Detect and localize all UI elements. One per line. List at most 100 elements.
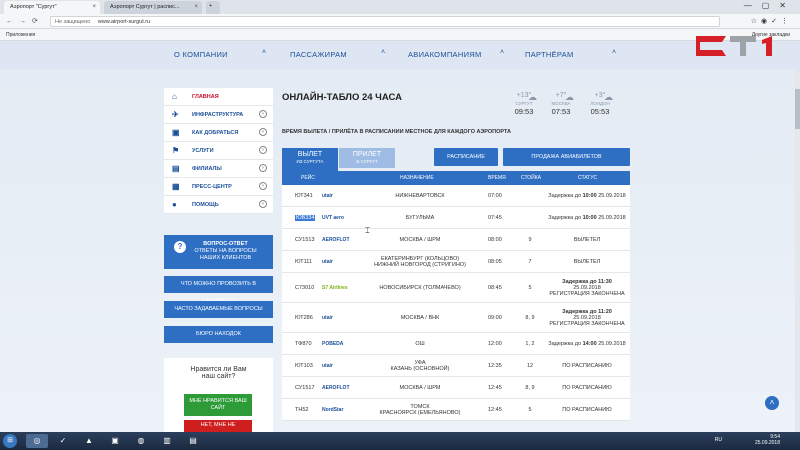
table-row[interactable]: ТН52 NordStar ТОМСК КРАСНОЯРСК (ЕМЕЛЬЯНОВО)… — [282, 399, 630, 421]
airline-logo: AEROFLOT — [322, 385, 350, 391]
help-person-icon: ● — [172, 200, 177, 209]
url-field[interactable]: Не защищено www.airport-surgut.ru — [50, 16, 720, 27]
services-icon: ⚑ — [172, 146, 180, 155]
chevron-up-icon[interactable]: ˄ — [262, 49, 266, 56]
chevron-right-icon[interactable]: › — [259, 200, 267, 208]
nav-partners[interactable]: ПАРТНЁРАМ — [525, 50, 574, 59]
language-indicator[interactable]: RU — [715, 437, 722, 443]
tab-arrivals[interactable]: ПРИЛЕТ В СУРГУТ — [339, 148, 395, 168]
new-tab-button[interactable]: + — [206, 1, 220, 14]
chevron-up-icon[interactable]: ˄ — [500, 49, 504, 56]
chevron-right-icon[interactable]: › — [259, 110, 267, 118]
scroll-top-button[interactable]: ˄ — [765, 396, 779, 410]
flight-status: Задержка до 11:20 25.09.2018 РЕГИСТРАЦИЯ З… — [545, 309, 629, 327]
chrome-taskbar-icon[interactable]: ◎ — [26, 434, 48, 448]
chevron-up-icon[interactable]: ˄ — [612, 49, 616, 56]
nav-passengers[interactable]: ПАССАЖИРАМ — [290, 50, 347, 59]
chevron-right-icon[interactable]: › — [259, 182, 267, 190]
sidebar-item-infrastructure[interactable]: ✈ ИНФРАСТРУКТУРА › — [164, 106, 273, 124]
nav-about[interactable]: О КОМПАНИИ — [174, 50, 228, 59]
table-row[interactable]: СУ1513 AEROFLOT МОСКВА / ШРМ 08:00 9 ВЫЛЕТЕЛ — [282, 229, 630, 251]
table-body: ЮТ341 utair НИЖНЕВАРТОВСК 07:00 Задержка до … — [282, 185, 630, 421]
status-text: ВЫЛЕТЕЛ — [573, 259, 601, 265]
like-yes-button[interactable]: МНЕ НРАВИТСЯ ВАШ САЙТ — [184, 394, 252, 416]
flight-status: Задержка до 10:00 25.09.2018 — [545, 215, 629, 221]
sidebar-item-branches[interactable]: ▤ ФИЛИАЛЫ › — [164, 160, 273, 178]
weather-london: +3° ☁ ЛОНДОН 05:53 — [582, 92, 618, 116]
airline-logo: AEROFLOT — [322, 237, 350, 243]
chevron-right-icon[interactable]: › — [259, 146, 267, 154]
checkin-desk: 5 — [528, 285, 532, 291]
sidebar-item-home[interactable]: ⌂ ГЛАВНАЯ — [164, 88, 273, 106]
close-icon[interactable]: × — [194, 4, 198, 10]
cloud-icon: ☁ — [565, 92, 574, 102]
checkin-desk: 5 — [528, 407, 532, 413]
table-row[interactable]: ЮТ286 utair МОСКВА / ВНК 09:00 8, 9 Задержка … — [282, 303, 630, 333]
nav-airlines[interactable]: АВИАКОМПАНИЯМ — [408, 50, 482, 59]
press-icon: ▦ — [172, 182, 180, 191]
app-taskbar-icon[interactable]: ✓ — [52, 434, 74, 448]
flight-status: ПО РАСПИСАНИЮ — [545, 407, 629, 413]
browser-tab-active[interactable]: Аэропорт "Сургут" × — [4, 1, 100, 14]
sidebar-item-press[interactable]: ▦ ПРЕСС-ЦЕНТР › — [164, 178, 273, 196]
nav-buttons[interactable]: ←→⟳ — [6, 17, 44, 25]
destination: БУГУЛЬМА — [405, 215, 435, 221]
carry-on-button[interactable]: ЧТО МОЖНО ПРОВОЗИТЬ В САМОЛЁТЕ? — [164, 276, 273, 304]
tab-departures[interactable]: ВЫЛЕТ ИЗ СУРГУТА — [282, 148, 338, 171]
status-delay: 10:00 — [582, 193, 597, 199]
scrollbar-thumb[interactable] — [795, 89, 800, 129]
qa-banner[interactable]: ? ВОПРОС-ОТВЕТ ОТВЕТЫ НА ВОПРОСЫ НАШИХ К… — [164, 235, 273, 269]
apps-bookmark[interactable]: Приложения — [6, 32, 35, 38]
sidebar-item-help[interactable]: ● ПОМОЩЬ › — [164, 196, 273, 214]
airline-logo: UVT aero — [322, 215, 344, 221]
sidebar-item-services[interactable]: ⚑ УСЛУГИ › — [164, 142, 273, 160]
status-text: ПО РАСПИСАНИЮ — [562, 385, 612, 391]
destination-secondary: КАЗАНЬ (ОСНОВНОЙ) — [390, 366, 450, 372]
windows-taskbar: ⊞ ◎ ✓ ▲ ▣ ◍ ▥ ▤ RU 9:54 25.09.2018 — [0, 432, 800, 450]
app-taskbar-icon[interactable]: ▤ — [182, 434, 204, 448]
page-scrollbar[interactable] — [795, 69, 800, 432]
airline-logo: NordStar — [322, 407, 344, 413]
sidebar-item-label: УСЛУГИ — [192, 148, 214, 154]
sidebar-item-label: ИНФРАСТРУКТУРА — [192, 112, 244, 118]
app-taskbar-icon[interactable]: ▣ — [104, 434, 126, 448]
table-row[interactable]: С73010 S7 Airlines НОВОСИБИРСК (ТОЛМАЧЕВО)… — [282, 273, 630, 303]
start-button[interactable]: ⊞ — [3, 434, 17, 448]
lost-found-button[interactable]: БЮРО НАХОДОК — [164, 326, 273, 343]
browser-tab[interactable]: Аэропорт Сургут | распис... × — [104, 1, 202, 14]
header-gate: СТОЙКА — [521, 175, 542, 181]
departure-time: 12:35 — [488, 363, 502, 369]
schedule-button[interactable]: РАСПИСАНИЕ — [434, 148, 498, 166]
table-row[interactable]: ЮВ334 UVT aero БУГУЛЬМА 07:45 Задержка до 10… — [282, 207, 630, 229]
app-taskbar-icon[interactable]: ▥ — [156, 434, 178, 448]
flight-status: Задержка до 10:00 25.09.2018 — [545, 193, 629, 199]
close-icon[interactable]: × — [92, 4, 96, 10]
departure-time: 08:05 — [488, 259, 502, 265]
window-controls[interactable]: —▢✕ — [744, 1, 796, 10]
faq-button[interactable]: ЧАСТО ЗАДАВАЕМЫЕ ВОПРОСЫ — [164, 301, 273, 318]
table-row[interactable]: СУ1517 AEROFLOT МОСКВА / ШРМ 12:45 8, 9 ПО РА… — [282, 377, 630, 399]
clock[interactable]: 9:54 25.09.2018 — [755, 434, 780, 446]
clock-date: 25.09.2018 — [754, 440, 780, 446]
table-row[interactable]: ТФ870 POBEDA ОШ 12:00 1, 2 Задержка до 14:00 … — [282, 333, 630, 355]
poll-question: наш сайт? — [201, 373, 236, 380]
like-no-button[interactable]: НЕТ, МНЕ НЕ — [184, 420, 252, 432]
viber-taskbar-icon[interactable]: ◍ — [130, 434, 152, 448]
chevron-up-icon[interactable]: ˄ — [381, 49, 385, 56]
table-row[interactable]: ЮТ103 utair УФА КАЗАНЬ (ОСНОВНОЙ) 12:35 12 ПО … — [282, 355, 630, 377]
destination: НИЖНЕВАРТОВСК — [395, 193, 445, 199]
destination-secondary: НИЖНИЙ НОВГОРОД (СТРИГИНО) — [374, 262, 466, 268]
sidebar-item-directions[interactable]: ▣ КАК ДОБРАТЬСЯ › — [164, 124, 273, 142]
chevron-right-icon[interactable]: › — [259, 128, 267, 136]
airline-logo: utair — [322, 193, 333, 199]
flight-status: Задержка до 11:30 25.09.2018 РЕГИСТРАЦИЯ З… — [545, 279, 629, 297]
table-row[interactable]: ЮТ341 utair НИЖНЕВАРТОВСК 07:00 Задержка до … — [282, 185, 630, 207]
departure-time: 08:45 — [488, 285, 502, 291]
header-destination: НАЗНАЧЕНИЕ — [400, 175, 434, 181]
flight-status: ВЫЛЕТЕЛ — [545, 237, 629, 243]
chevron-right-icon[interactable]: › — [259, 164, 267, 172]
table-row[interactable]: ЮТ111 utair ЕКАТЕРИНБУРГ (КОЛЬЦОВО) НИЖНИЙ … — [282, 251, 630, 273]
extension-icons[interactable]: ☆◉✓⋮ — [751, 17, 792, 25]
buy-tickets-button[interactable]: ПРОДАЖА АВИАБИЛЕТОВ — [503, 148, 630, 166]
app-taskbar-icon[interactable]: ▲ — [78, 434, 100, 448]
